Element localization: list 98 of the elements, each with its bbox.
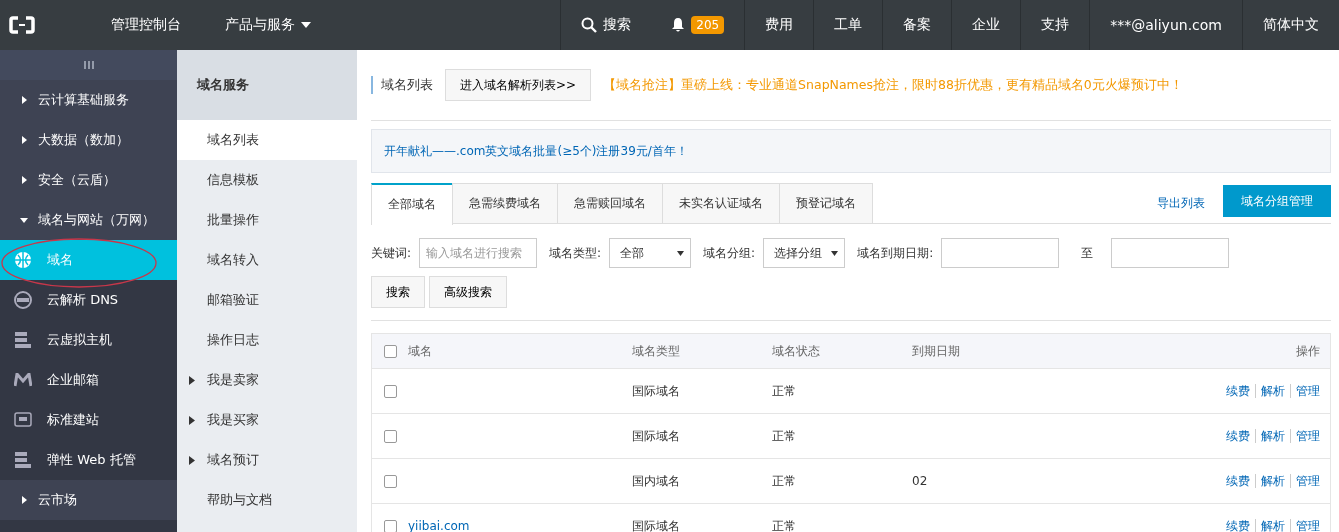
keyword-field[interactable]: 输入域名进行搜索 xyxy=(419,238,538,268)
caret-icon xyxy=(831,250,839,256)
collapse-icon[interactable] xyxy=(82,60,95,70)
date-to-field[interactable] xyxy=(1111,238,1230,268)
date-from-field[interactable] xyxy=(941,238,1060,268)
language-menu[interactable]: 简体中文 xyxy=(1242,0,1339,50)
row-checkbox[interactable] xyxy=(383,429,397,443)
tab[interactable]: 急需赎回域名 xyxy=(557,183,663,223)
subnav-item[interactable]: 操作日志 xyxy=(177,320,357,360)
table-cell-text: 国际域名 xyxy=(632,427,681,445)
action-link[interactable]: 管理 xyxy=(1290,383,1320,398)
notification-badge: 205 xyxy=(691,16,725,34)
search-button[interactable]: 搜索 xyxy=(371,276,425,308)
caret-icon xyxy=(301,22,311,28)
table-cell-text: 国际域名 xyxy=(632,517,681,532)
sidebar-item[interactable]: 大数据（数加） xyxy=(0,120,177,160)
subnav-item[interactable]: 域名转入 xyxy=(177,240,357,280)
search-button[interactable]: 高级搜索 xyxy=(429,276,507,308)
sidebar-item[interactable]: 云计算基础服务 xyxy=(0,80,177,120)
subnav-item[interactable]: 信息模板 xyxy=(177,160,357,200)
domain-link[interactable]: yiibai.com xyxy=(408,519,470,532)
sidebar-item[interactable]: 云虚拟主机 xyxy=(0,320,177,360)
action-link[interactable]: 续费 xyxy=(1226,473,1250,488)
subnav-item[interactable]: 批量操作 xyxy=(177,200,357,240)
keyword-label: 关键词: xyxy=(371,244,412,262)
sidebar-item[interactable]: 标准建站 xyxy=(0,400,177,440)
nav-link[interactable]: 工单 xyxy=(813,0,883,50)
column-header: 操作 xyxy=(1295,342,1321,360)
sidebar-item[interactable]: 云解析 DNS xyxy=(0,280,177,320)
nav-link[interactable]: 备案 xyxy=(882,0,952,50)
dns-icon xyxy=(14,291,32,309)
action-link[interactable]: 解析 xyxy=(1255,473,1285,488)
tab[interactable]: 预登记域名 xyxy=(779,183,873,223)
subnav-item[interactable]: 我是买家 xyxy=(177,400,357,440)
table-cell-text: 正常 xyxy=(772,472,797,490)
range-separator: 至 xyxy=(1081,244,1094,262)
search-button[interactable]: 搜索 xyxy=(560,0,652,50)
server-icon xyxy=(14,451,32,469)
nav-link[interactable]: 支持 xyxy=(1020,0,1090,50)
group-label: 域名分组: xyxy=(703,244,756,262)
action-link[interactable]: 管理 xyxy=(1290,428,1320,443)
table-cell: 02 xyxy=(912,474,928,488)
caret-icon xyxy=(677,250,685,256)
sidebar-item[interactable]: 安全（云盾） xyxy=(0,160,177,200)
subnav-item[interactable]: 我是卖家 xyxy=(177,360,357,400)
subnav-item[interactable]: 域名预订 xyxy=(177,440,357,480)
server-icon xyxy=(14,331,32,349)
page-title: 域名列表 xyxy=(371,76,433,94)
bell-icon[interactable] xyxy=(671,17,686,33)
action-link[interactable]: 续费 xyxy=(1226,518,1250,532)
tab[interactable]: 全部域名 xyxy=(371,182,453,225)
notice-link[interactable]: 开年献礼——.com英文域名批量(≥5个)注册39元/首年！ xyxy=(384,142,688,160)
search-icon xyxy=(581,17,598,33)
row-checkbox[interactable] xyxy=(383,519,397,532)
select-all-checkbox[interactable] xyxy=(383,344,397,358)
type-label: 域名类型: xyxy=(549,244,602,262)
action-link[interactable]: 解析 xyxy=(1255,428,1285,443)
monitor-icon xyxy=(14,411,32,429)
table-cell-text: 国际域名 xyxy=(632,382,681,400)
export-link[interactable]: 导出列表 xyxy=(1157,194,1205,212)
subnav-item[interactable]: 域名列表 xyxy=(177,120,357,160)
logo-icon[interactable] xyxy=(9,16,35,34)
action-link[interactable]: 管理 xyxy=(1290,473,1320,488)
row-checkbox[interactable] xyxy=(383,474,397,488)
sidebar-item[interactable]: 域名与网站（万网） xyxy=(0,200,177,240)
account-menu[interactable]: ***@aliyun.com xyxy=(1089,0,1242,50)
column-header: 域名状态 xyxy=(772,342,821,360)
table-cell-text: 正常 xyxy=(772,427,797,445)
table-cell-text: 国内域名 xyxy=(632,472,681,490)
sidebar-item[interactable]: 云市场 xyxy=(0,480,177,520)
type-select[interactable]: 全部 xyxy=(609,238,692,268)
subnav-item[interactable]: 邮箱验证 xyxy=(177,280,357,320)
console-link[interactable]: 管理控制台 xyxy=(63,16,181,34)
tab[interactable]: 急需续费域名 xyxy=(452,183,558,223)
action-link[interactable]: 解析 xyxy=(1255,518,1285,532)
group-select[interactable]: 选择分组 xyxy=(763,238,846,268)
sidebar-item[interactable]: 企业邮箱 xyxy=(0,360,177,400)
tab[interactable]: 未实名认证域名 xyxy=(662,183,780,223)
action-link[interactable]: 解析 xyxy=(1255,383,1285,398)
m-icon xyxy=(14,373,32,387)
action-link[interactable]: 续费 xyxy=(1226,428,1250,443)
column-header: 域名类型 xyxy=(632,342,681,360)
nav-link[interactable]: 企业 xyxy=(951,0,1021,50)
action-link[interactable]: 管理 xyxy=(1290,518,1320,532)
subnav-item[interactable]: 帮助与文档 xyxy=(177,480,357,520)
subnav-title: 域名服务 xyxy=(177,50,357,120)
sidebar-item[interactable]: 弹性 Web 托管 xyxy=(0,440,177,480)
table-cell-text: 正常 xyxy=(772,382,797,400)
globe-icon xyxy=(14,251,32,269)
products-menu[interactable]: 产品与服务 xyxy=(181,16,301,34)
row-checkbox[interactable] xyxy=(383,384,397,398)
action-link[interactable]: 续费 xyxy=(1226,383,1250,398)
dns-list-button[interactable]: 进入域名解析列表>> xyxy=(445,69,592,101)
column-header: 域名 xyxy=(408,342,433,360)
date-label: 域名到期日期: xyxy=(857,244,934,262)
table-cell-text: 正常 xyxy=(772,517,797,532)
column-header: 到期日期 xyxy=(912,342,961,360)
nav-link[interactable]: 费用 xyxy=(744,0,814,50)
